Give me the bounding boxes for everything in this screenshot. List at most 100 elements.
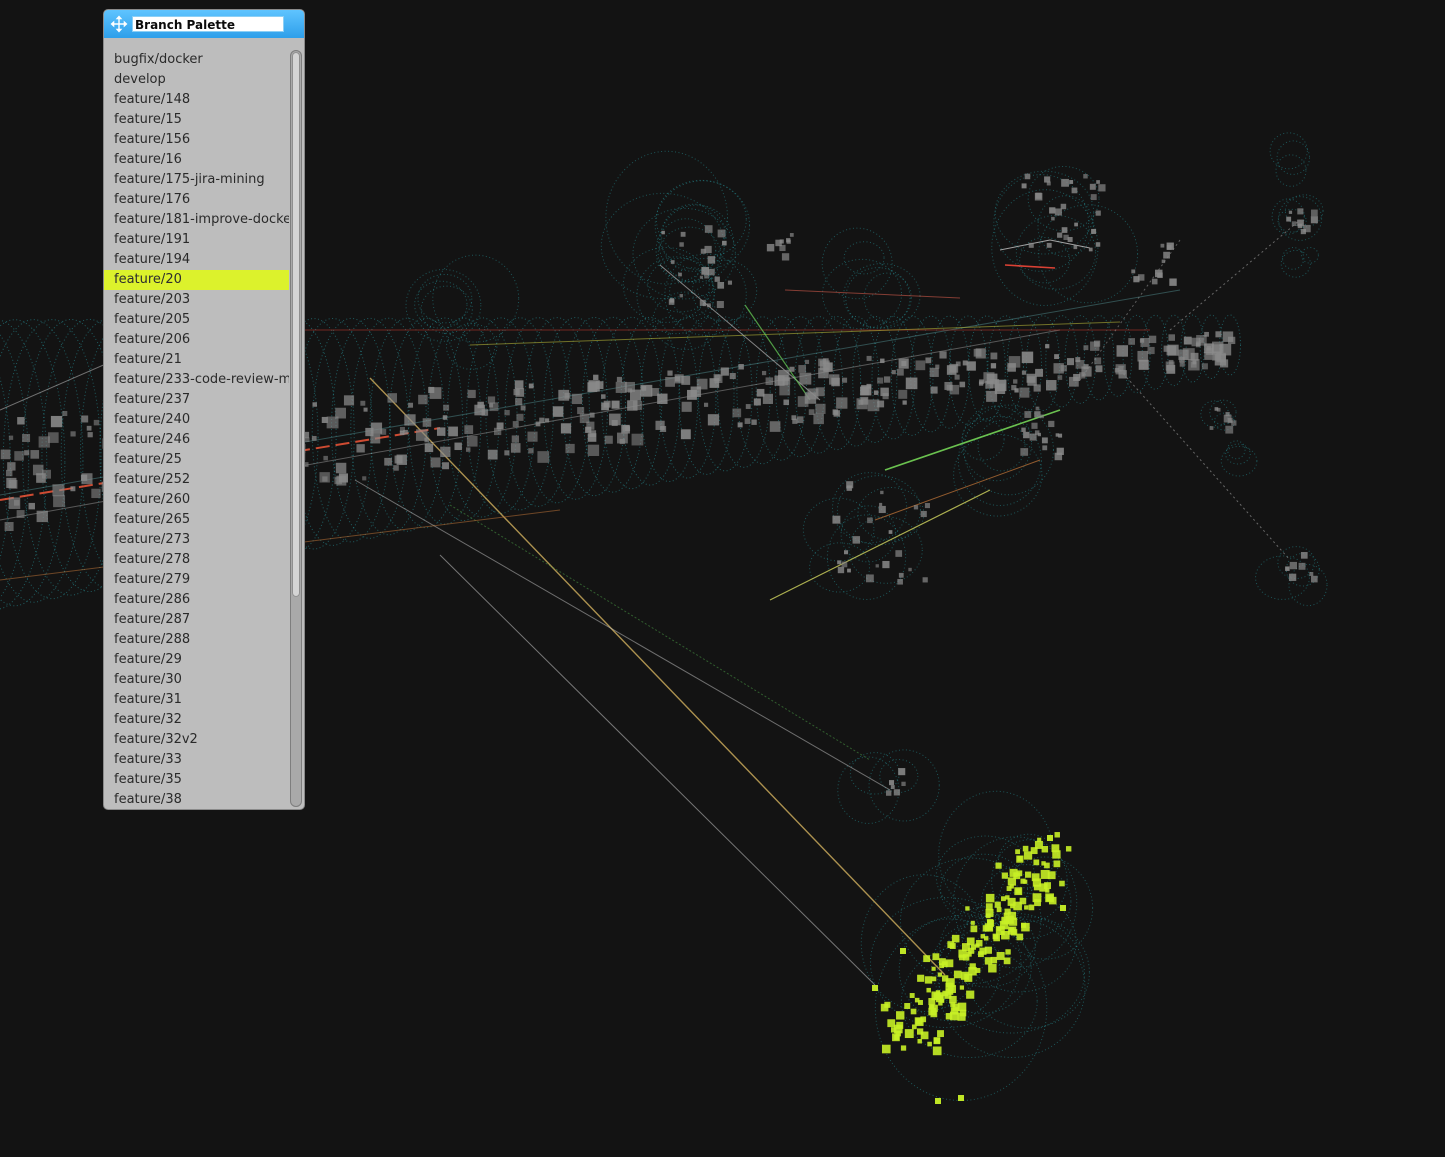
move-arrows-icon[interactable] xyxy=(110,15,128,33)
commit-cube xyxy=(24,450,30,456)
selected-branch-cube xyxy=(975,967,981,973)
commit-cube xyxy=(1209,426,1214,430)
commit-cube xyxy=(753,398,761,406)
branch-ring xyxy=(1275,154,1307,187)
branch-list-item[interactable]: feature/15 xyxy=(104,110,289,130)
branch-list-item[interactable]: develop xyxy=(104,70,289,90)
branch-list-item[interactable]: feature/205 xyxy=(104,310,289,330)
commit-cube xyxy=(844,550,849,555)
branch-list-item[interactable]: feature/286 xyxy=(104,590,289,610)
commit-cube xyxy=(1024,411,1032,418)
branch-palette[interactable]: Branch Palette bugfix/docker develop featu… xyxy=(104,10,304,809)
commit-cube xyxy=(786,239,791,244)
branch-list-item[interactable]: feature/233-code-review-m xyxy=(104,370,289,390)
commit-cube xyxy=(1035,192,1042,199)
branch-list-item[interactable]: feature/21 xyxy=(104,350,289,370)
palette-titlebar[interactable]: Branch Palette xyxy=(104,10,304,38)
branch-list-item[interactable]: feature/176 xyxy=(104,190,289,210)
branch-list-item[interactable]: feature/206 xyxy=(104,330,289,350)
branch-list-item[interactable]: feature/35 xyxy=(104,770,289,790)
commit-cube xyxy=(587,444,600,456)
connection-line xyxy=(1169,219,1301,331)
branch-list-item[interactable]: feature/148 xyxy=(104,90,289,110)
commit-cube xyxy=(589,412,595,418)
branch-list-item[interactable]: feature/265 xyxy=(104,510,289,530)
commit-cube xyxy=(1046,242,1052,248)
selected-branch-cube xyxy=(931,966,936,971)
branch-list-item[interactable]: bugfix/docker xyxy=(104,50,289,70)
selected-branch-cube xyxy=(896,1021,904,1029)
selected-branch-cube xyxy=(931,976,937,982)
branch-list-item[interactable]: feature/25 xyxy=(104,450,289,470)
selected-branch-cube xyxy=(927,1041,932,1047)
branch-list-item[interactable]: feature/287 xyxy=(104,610,289,630)
branch-list-item[interactable]: feature/181-improve-docker xyxy=(104,210,289,230)
branch-ring xyxy=(1227,440,1246,460)
commit-cube xyxy=(751,419,757,425)
commit-cube xyxy=(312,402,317,407)
branch-list-item[interactable]: feature/240 xyxy=(104,410,289,430)
commit-cube xyxy=(879,502,883,506)
branch-list-item[interactable]: feature/29 xyxy=(104,650,289,670)
branch-list-item[interactable]: feature/32v2 xyxy=(104,730,289,750)
branch-list-item[interactable]: feature/32 xyxy=(104,710,289,730)
commit-cube xyxy=(384,457,392,466)
commit-cube xyxy=(1215,331,1222,338)
branch-list-item[interactable]: feature/194 xyxy=(104,250,289,270)
branch-list-item[interactable]: feature/246 xyxy=(104,430,289,450)
commit-cube xyxy=(587,382,598,393)
branch-list-item[interactable]: feature/260 xyxy=(104,490,289,510)
commit-cube xyxy=(1020,448,1029,456)
branch-list-item[interactable]: feature/31 xyxy=(104,690,289,710)
branch-list-item[interactable]: feature/175-jira-mining xyxy=(104,170,289,190)
branch-list-item[interactable]: feature/252 xyxy=(104,470,289,490)
branch-list-item[interactable]: feature/191 xyxy=(104,230,289,250)
branch-list-item[interactable]: feature/16 xyxy=(104,150,289,170)
branch-list-item[interactable]: feature/278 xyxy=(104,550,289,570)
commit-cube xyxy=(640,384,653,397)
commit-cube xyxy=(418,394,428,405)
branch-list-item[interactable]: feature/203 xyxy=(104,290,289,310)
commit-cube xyxy=(661,230,665,235)
selected-branch-cube xyxy=(990,956,998,964)
selected-branch-cube xyxy=(1054,832,1060,838)
commit-cube xyxy=(1309,571,1314,576)
commit-cube xyxy=(1094,340,1101,347)
commit-cube xyxy=(687,389,697,400)
selected-branch-cube xyxy=(1001,896,1006,902)
selected-branch-cube xyxy=(985,893,995,903)
branch-list-item[interactable]: feature/20 xyxy=(104,270,289,290)
selected-branch-cube xyxy=(997,926,1002,931)
branch-list-scrollbar[interactable] xyxy=(290,50,302,807)
commit-cube xyxy=(908,567,912,572)
branch-list[interactable]: bugfix/docker develop feature/148 feature/1… xyxy=(104,50,289,809)
branch-list-item[interactable]: feature/279 xyxy=(104,570,289,590)
branch-list-item[interactable]: feature/273 xyxy=(104,530,289,550)
commit-cube xyxy=(514,380,524,389)
branch-list-item[interactable]: feature/237 xyxy=(104,390,289,410)
commit-cube xyxy=(1137,274,1145,281)
selected-branch-cube xyxy=(1003,957,1011,965)
commit-cube xyxy=(717,281,725,289)
commit-cube xyxy=(611,419,618,427)
commit-cube xyxy=(1021,183,1027,189)
selected-branch-cubes-layer xyxy=(872,832,1072,1104)
commit-cube xyxy=(464,425,474,435)
branch-list-item[interactable]: feature/30 xyxy=(104,670,289,690)
commit-cube xyxy=(680,231,686,237)
commit-cube xyxy=(897,578,903,585)
commit-cube xyxy=(1095,210,1101,216)
commit-cube xyxy=(436,427,446,436)
selected-branch-cube xyxy=(1001,930,1010,940)
branch-list-item[interactable]: feature/33 xyxy=(104,750,289,770)
commit-cube xyxy=(430,457,441,468)
commit-cube xyxy=(311,435,317,441)
branch-list-item[interactable]: feature/38 xyxy=(104,790,289,809)
commit-cube xyxy=(8,479,18,489)
commit-cube xyxy=(1147,346,1155,355)
branch-ring xyxy=(350,317,428,536)
scrollbar-thumb[interactable] xyxy=(292,52,300,597)
branch-list-item[interactable]: feature/156 xyxy=(104,130,289,150)
branch-list-item[interactable]: feature/288 xyxy=(104,630,289,650)
commit-cube xyxy=(720,367,729,376)
